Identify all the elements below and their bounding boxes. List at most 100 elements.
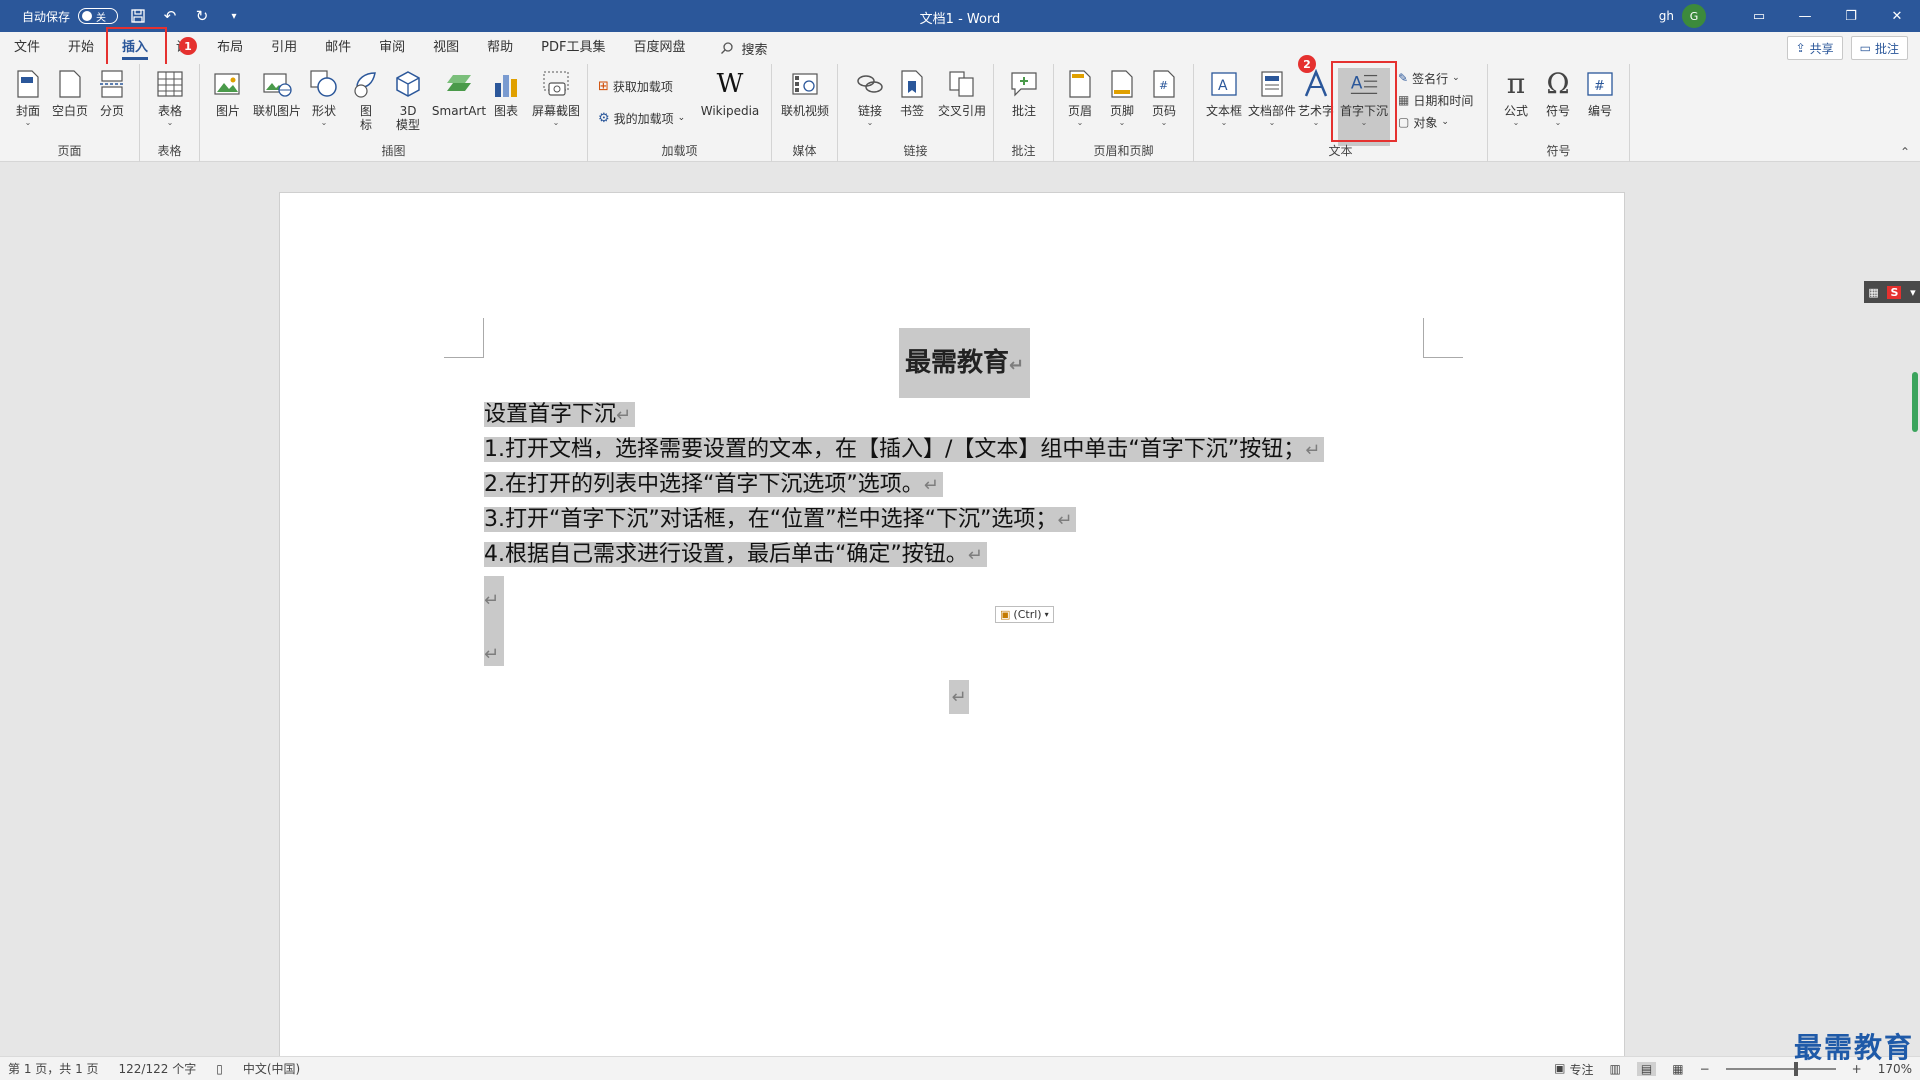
text-box-button[interactable]: A 文本框 ⌄ bbox=[1202, 68, 1246, 128]
print-layout-icon[interactable]: ▤ bbox=[1636, 1062, 1657, 1076]
customize-qat-icon[interactable]: ▾ bbox=[222, 4, 246, 28]
restore-icon[interactable]: ❐ bbox=[1828, 0, 1874, 32]
proofing-icon[interactable]: ▯ bbox=[216, 1062, 223, 1076]
page-number-button[interactable]: # 页码 ⌄ bbox=[1142, 68, 1186, 128]
doc-paragraph-step-3[interactable]: 3.打开“首字下沉”对话框，在“位置”栏中选择“下沉”选项；↵ bbox=[484, 503, 1077, 538]
footer-icon bbox=[1111, 70, 1133, 98]
comments-button[interactable]: ▭ 批注 bbox=[1850, 36, 1908, 60]
picture-button[interactable]: 图片 bbox=[206, 68, 250, 118]
symbol-button[interactable]: Ω 符号 ⌄ bbox=[1536, 68, 1580, 128]
doc-paragraph-step-1[interactable]: 1.打开文档，选择需要设置的文本，在【插入】/【文本】组中单击“首字下沉”按钮；… bbox=[484, 433, 1325, 468]
paragraph-mark: ↵ bbox=[1305, 440, 1321, 461]
signature-line-button[interactable]: ✎ 签名行 ⌄ bbox=[1398, 68, 1460, 88]
toggle-knob bbox=[82, 11, 93, 21]
paste-options-button[interactable]: ▣ (Ctrl) ▾ bbox=[995, 606, 1054, 623]
autosave-toggle[interactable]: 关 bbox=[78, 8, 119, 24]
table-button[interactable]: 表格 ⌄ bbox=[148, 68, 192, 128]
my-addins-button[interactable]: ⚙ 我的加载项 ⌄ bbox=[598, 108, 685, 128]
footer-button[interactable]: 页脚 ⌄ bbox=[1100, 68, 1144, 128]
collapse-ribbon-icon[interactable]: ⌃ bbox=[1900, 145, 1910, 159]
bookmark-icon bbox=[901, 70, 923, 98]
wikipedia-button[interactable]: W Wikipedia bbox=[698, 68, 762, 118]
sogou-s-icon: S bbox=[1887, 285, 1902, 299]
link-button[interactable]: 链接 ⌄ bbox=[848, 68, 892, 128]
document-page[interactable]: 最需教育↵ 设置首字下沉↵ 1.打开文档，选择需要设置的文本，在【插入】/【文本… bbox=[279, 192, 1625, 1056]
group-label-symbols: 符号 bbox=[1546, 144, 1571, 158]
share-button[interactable]: ⇪ 共享 bbox=[1786, 36, 1843, 60]
calendar-icon: ▦ bbox=[1398, 93, 1410, 107]
wikipedia-icon: W bbox=[716, 69, 744, 99]
group-header-footer: 页眉 ⌄ 页脚 ⌄ # 页码 ⌄ 页眉和页脚 bbox=[1054, 64, 1194, 162]
tab-baidu-netdisk[interactable]: 百度网盘 bbox=[619, 32, 699, 64]
web-layout-icon[interactable]: ▦ bbox=[1672, 1062, 1683, 1076]
document-title[interactable]: 最需教育↵ bbox=[899, 328, 1031, 398]
minimize-icon[interactable]: — bbox=[1782, 0, 1828, 32]
doc-paragraph-heading[interactable]: 设置首字下沉↵ bbox=[484, 398, 636, 433]
zoom-out-icon[interactable]: − bbox=[1700, 1062, 1710, 1076]
tab-help[interactable]: 帮助 bbox=[473, 32, 527, 64]
undo-icon[interactable]: ↶ bbox=[158, 4, 182, 28]
zoom-slider[interactable] bbox=[1725, 1062, 1836, 1076]
smartart-button[interactable]: SmartArt bbox=[428, 68, 490, 118]
word-count[interactable]: 122/122 个字 bbox=[119, 1060, 197, 1077]
number-button[interactable]: # 编号 bbox=[1578, 68, 1622, 118]
focus-mode-button[interactable]: ▣ 专注 bbox=[1554, 1061, 1593, 1078]
tab-mailings[interactable]: 邮件 bbox=[311, 32, 365, 64]
paragraph-text: 2.在打开的列表中选择“首字下沉选项”选项。 bbox=[484, 472, 924, 497]
3d-models-button[interactable]: 3D 模型 bbox=[386, 68, 430, 132]
vertical-scrollbar-thumb[interactable] bbox=[1912, 372, 1918, 432]
language[interactable]: 中文(中国) bbox=[243, 1060, 300, 1077]
symbol-label: 符号 bbox=[1545, 104, 1570, 118]
object-button[interactable]: ▢ 对象 ⌄ bbox=[1398, 112, 1449, 132]
doc-paragraph-step-2[interactable]: 2.在打开的列表中选择“首字下沉选项”选项。↵ bbox=[484, 468, 943, 503]
group-label-tables: 表格 bbox=[157, 144, 182, 158]
addin-icon: ⚙ bbox=[598, 110, 610, 126]
chevron-down-icon: ⌄ bbox=[1268, 118, 1276, 127]
svg-text:#: # bbox=[1159, 79, 1168, 92]
page-break-button[interactable]: 分页 bbox=[90, 68, 134, 118]
tab-references[interactable]: 引用 bbox=[257, 32, 311, 64]
page-info[interactable]: 第 1 页，共 1 页 bbox=[8, 1060, 99, 1077]
doc-empty-paragraphs[interactable]: ↵ ↵ bbox=[484, 576, 504, 666]
date-time-button[interactable]: ▦ 日期和时间 bbox=[1398, 90, 1473, 110]
user-name[interactable]: gh bbox=[1659, 9, 1674, 23]
doc-empty-paragraph-center[interactable]: ↵ bbox=[949, 680, 969, 714]
close-icon[interactable]: ✕ bbox=[1874, 0, 1920, 32]
blank-page-button[interactable]: 空白页 bbox=[48, 68, 92, 118]
doc-paragraph-step-4[interactable]: 4.根据自己需求进行设置，最后单击“确定”按钮。↵ bbox=[484, 538, 987, 573]
screenshot-icon bbox=[543, 71, 569, 96]
online-video-label: 联机视频 bbox=[780, 104, 829, 118]
cross-reference-button[interactable]: 交叉引用 bbox=[934, 68, 990, 118]
online-picture-button[interactable]: 联机图片 bbox=[250, 68, 304, 118]
read-mode-icon[interactable]: ▥ bbox=[1610, 1062, 1621, 1076]
tab-file[interactable]: 文件 bbox=[0, 32, 54, 64]
input-method-toolbar[interactable]: ▦ S ▾ bbox=[1864, 281, 1920, 303]
quick-parts-button[interactable]: 文档部件 ⌄ bbox=[1246, 68, 1298, 128]
icons-button[interactable]: 图 标 bbox=[344, 68, 388, 132]
screenshot-button[interactable]: 屏幕截图 ⌄ bbox=[528, 68, 584, 128]
tab-home[interactable]: 开始 bbox=[54, 32, 108, 64]
cover-page-button[interactable]: 封面 ⌄ bbox=[6, 68, 50, 128]
tab-layout[interactable]: 布局 bbox=[203, 32, 257, 64]
paragraph-text: 1.打开文档，选择需要设置的文本，在【插入】/【文本】组中单击“首字下沉”按钮； bbox=[484, 437, 1306, 462]
redo-icon[interactable]: ↻ bbox=[190, 4, 214, 28]
online-video-button[interactable]: 联机视频 bbox=[778, 68, 832, 118]
tab-view[interactable]: 视图 bbox=[419, 32, 473, 64]
header-button[interactable]: 页眉 ⌄ bbox=[1058, 68, 1102, 128]
ribbon-display-icon[interactable]: ▭ bbox=[1736, 0, 1782, 32]
new-comment-button[interactable]: 批注 bbox=[1002, 68, 1046, 118]
object-label: 对象 bbox=[1413, 115, 1438, 130]
chart-button[interactable]: 图表 bbox=[484, 68, 528, 118]
omega-icon: Ω bbox=[1546, 67, 1570, 100]
search-box[interactable]: 搜索 bbox=[720, 39, 768, 58]
date-time-label: 日期和时间 bbox=[1413, 93, 1474, 108]
bookmark-button[interactable]: 书签 bbox=[890, 68, 934, 118]
equation-button[interactable]: π 公式 ⌄ bbox=[1494, 68, 1538, 128]
save-icon[interactable] bbox=[126, 4, 150, 28]
tab-review[interactable]: 审阅 bbox=[365, 32, 419, 64]
shapes-button[interactable]: 形状 ⌄ bbox=[302, 68, 346, 128]
picture-icon bbox=[214, 73, 240, 95]
tab-pdf-tools[interactable]: PDF工具集 bbox=[527, 32, 619, 64]
avatar[interactable]: G bbox=[1682, 4, 1706, 28]
get-addins-button[interactable]: ⊞ 获取加载项 bbox=[598, 76, 673, 96]
